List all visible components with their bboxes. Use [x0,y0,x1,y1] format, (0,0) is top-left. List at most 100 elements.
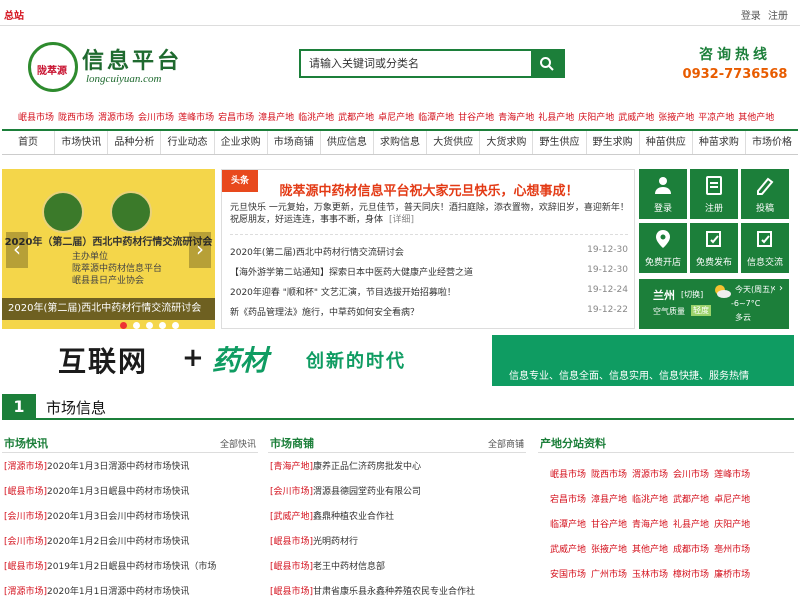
station-link[interactable]: 临洮产地 [632,495,668,505]
list-item[interactable]: [渭源市场]2020年1月3日渭源中药材市场快讯 [4,459,260,484]
item-text[interactable]: 老王中药材信息部 [313,562,385,572]
item-text[interactable]: 2020年1月3日渭源中药材市场快讯 [47,462,189,472]
slider-dot[interactable] [120,322,127,329]
news-title[interactable]: 新《药品管理法》施行，中草药如何安全看病？ [230,308,419,318]
register-tile[interactable]: 注册 [690,169,738,219]
list-item[interactable]: [青海产地]康养正品仁济药房批发中心 [270,459,528,484]
list-item[interactable]: [岷县市场]光明药材行 [270,534,528,559]
item-tag[interactable]: [岷县市场] [270,587,313,597]
region-link[interactable]: 渭源市场 [98,113,134,123]
column-title[interactable]: 产地分站资料 [540,435,606,451]
item-tag[interactable]: [岷县市场] [270,562,313,572]
region-link[interactable]: 漳县产地 [258,113,294,123]
station-link[interactable]: 礼县产地 [673,520,709,530]
search-input[interactable] [301,51,531,76]
slider-prev-button[interactable]: ‹ [6,232,28,268]
nav-item[interactable]: 种苗求购 [693,131,746,154]
item-text[interactable]: 2020年1月1日渭源中药材市场快讯 [47,587,189,597]
station-link[interactable]: 庆阳产地 [714,520,750,530]
nav-item[interactable]: 大货供应 [427,131,481,154]
station-link[interactable]: 亳州市场 [714,545,750,555]
region-link[interactable]: 青海产地 [498,113,534,123]
region-link[interactable]: 临洮产地 [298,113,334,123]
station-link[interactable]: 莲峰市场 [714,470,750,480]
station-link[interactable]: 漳县产地 [591,495,627,505]
list-item[interactable]: [渭源市场]2020年1月1日渭源中药材市场快讯 [4,584,260,607]
item-text[interactable]: 2020年1月3日会川中药材市场快讯 [47,512,189,522]
nav-item[interactable]: 野生求购 [587,131,640,154]
news-item[interactable]: 2020年(第二届)西北中药材行情交流研讨会 19-12-30 [230,245,628,265]
item-tag[interactable]: [会川市场] [4,512,47,522]
nav-item[interactable]: 企业求购 [215,131,268,154]
station-link[interactable]: 廉桥市场 [714,570,750,580]
region-link[interactable]: 礼县产地 [538,113,574,123]
item-tag[interactable]: [渭源市场] [4,462,47,472]
nav-item[interactable]: 行业动态 [161,131,215,154]
slider-dot[interactable] [159,322,166,329]
slide-caption[interactable]: 2020年(第二届)西北中药材行情交流研讨会 [2,298,215,320]
station-link[interactable]: 玉林市场 [632,570,668,580]
column-title[interactable]: 市场商铺 [270,435,314,451]
item-tag[interactable]: [青海产地] [270,462,313,472]
station-link[interactable]: 岷县市场 [550,470,586,480]
nav-item[interactable]: 野生供应 [533,131,587,154]
list-item[interactable]: [武威产地]鑫鼎种植农业合作社 [270,509,528,534]
exchange-tile[interactable]: 信息交流 [741,223,789,273]
region-link[interactable]: 卓尼产地 [378,113,414,123]
more-link[interactable]: [详细] [389,215,414,225]
region-link[interactable]: 甘谷产地 [458,113,494,123]
list-item[interactable]: [岷县市场]甘肃省康乐县永鑫种养殖农民专业合作社 [270,584,528,607]
station-link[interactable]: 陇西市场 [591,470,627,480]
region-link[interactable]: 庆阳产地 [578,113,614,123]
item-text[interactable]: 甘肃省康乐县永鑫种养殖农民专业合作社 [313,587,475,597]
all-shops-link[interactable]: 全部商铺 [488,437,524,450]
item-text[interactable]: 光明药材行 [313,537,358,547]
nav-item[interactable]: 市场快讯 [55,131,109,154]
station-link[interactable]: 安国市场 [550,570,586,580]
station-link[interactable]: 会川市场 [673,470,709,480]
region-link[interactable]: 莲峰市场 [178,113,214,123]
publish-tile[interactable]: 免费发布 [690,223,738,273]
region-link[interactable]: 其他产地 [738,113,774,123]
list-item[interactable]: [岷县市场]2019年1月2日岷县中药材市场快讯（市场 [4,559,260,584]
station-link[interactable]: 卓尼产地 [714,495,750,505]
item-tag[interactable]: [武威产地] [270,512,313,522]
list-item[interactable]: [会川市场]2020年1月3日会川中药材市场快讯 [4,509,260,534]
item-text[interactable]: 2020年1月3日岷县中药材市场快讯 [47,487,189,497]
list-item[interactable]: [会川市场]2020年1月2日会川中药材市场快讯 [4,534,260,559]
login-tile[interactable]: 登录 [639,169,687,219]
region-link[interactable]: 陇西市场 [58,113,94,123]
home-link[interactable]: 总站 [4,7,24,22]
news-item[interactable]: 2020年迎春 "顺和杯" 文艺汇演，节目选拔开始招募啦！ 19-12-24 [230,285,628,305]
item-tag[interactable]: [渭源市场] [4,587,47,597]
news-item[interactable]: 新《药品管理法》施行，中草药如何安全看病？ 19-12-22 [230,305,628,325]
item-tag[interactable]: [会川市场] [270,487,313,497]
station-link[interactable]: 其他产地 [632,545,668,555]
station-link[interactable]: 武威产地 [550,545,586,555]
headline-title[interactable]: 陇萃源中药材信息平台祝大家元旦快乐，心想事成！ [222,180,636,199]
region-link[interactable]: 武威产地 [618,113,654,123]
slider-dot[interactable] [133,322,140,329]
weather-nav[interactable]: ‹ › [772,283,783,294]
nav-item[interactable]: 供应信息 [321,131,374,154]
news-title[interactable]: 【海外游学第二站通知】探索日本中医药大健康产业经营之道 [230,268,473,278]
item-tag[interactable]: [会川市场] [4,537,47,547]
nav-item[interactable]: 品种分析 [108,131,162,154]
item-tag[interactable]: [岷县市场] [4,562,47,572]
region-link[interactable]: 宕昌市场 [218,113,254,123]
station-link[interactable]: 成都市场 [673,545,709,555]
nav-item[interactable]: 种苗供应 [640,131,693,154]
register-link[interactable]: 注册 [768,11,788,22]
nav-item[interactable]: 首页 [2,131,56,154]
station-link[interactable]: 樟树市场 [673,570,709,580]
station-link[interactable]: 张掖产地 [591,545,627,555]
slider-dot[interactable] [146,322,153,329]
login-link[interactable]: 登录 [741,11,761,22]
image-slider[interactable]: 2020年（第二届）西北中药材行情交流研讨会 主办单位 陇萃源中药材信息平台 岷… [2,169,215,329]
slider-next-button[interactable]: › [189,232,211,268]
station-link[interactable]: 武都产地 [673,495,709,505]
station-link[interactable]: 渭源市场 [632,470,668,480]
search-button[interactable] [531,51,563,76]
open-shop-tile[interactable]: 免费开店 [639,223,687,273]
region-link[interactable]: 临潭产地 [418,113,454,123]
